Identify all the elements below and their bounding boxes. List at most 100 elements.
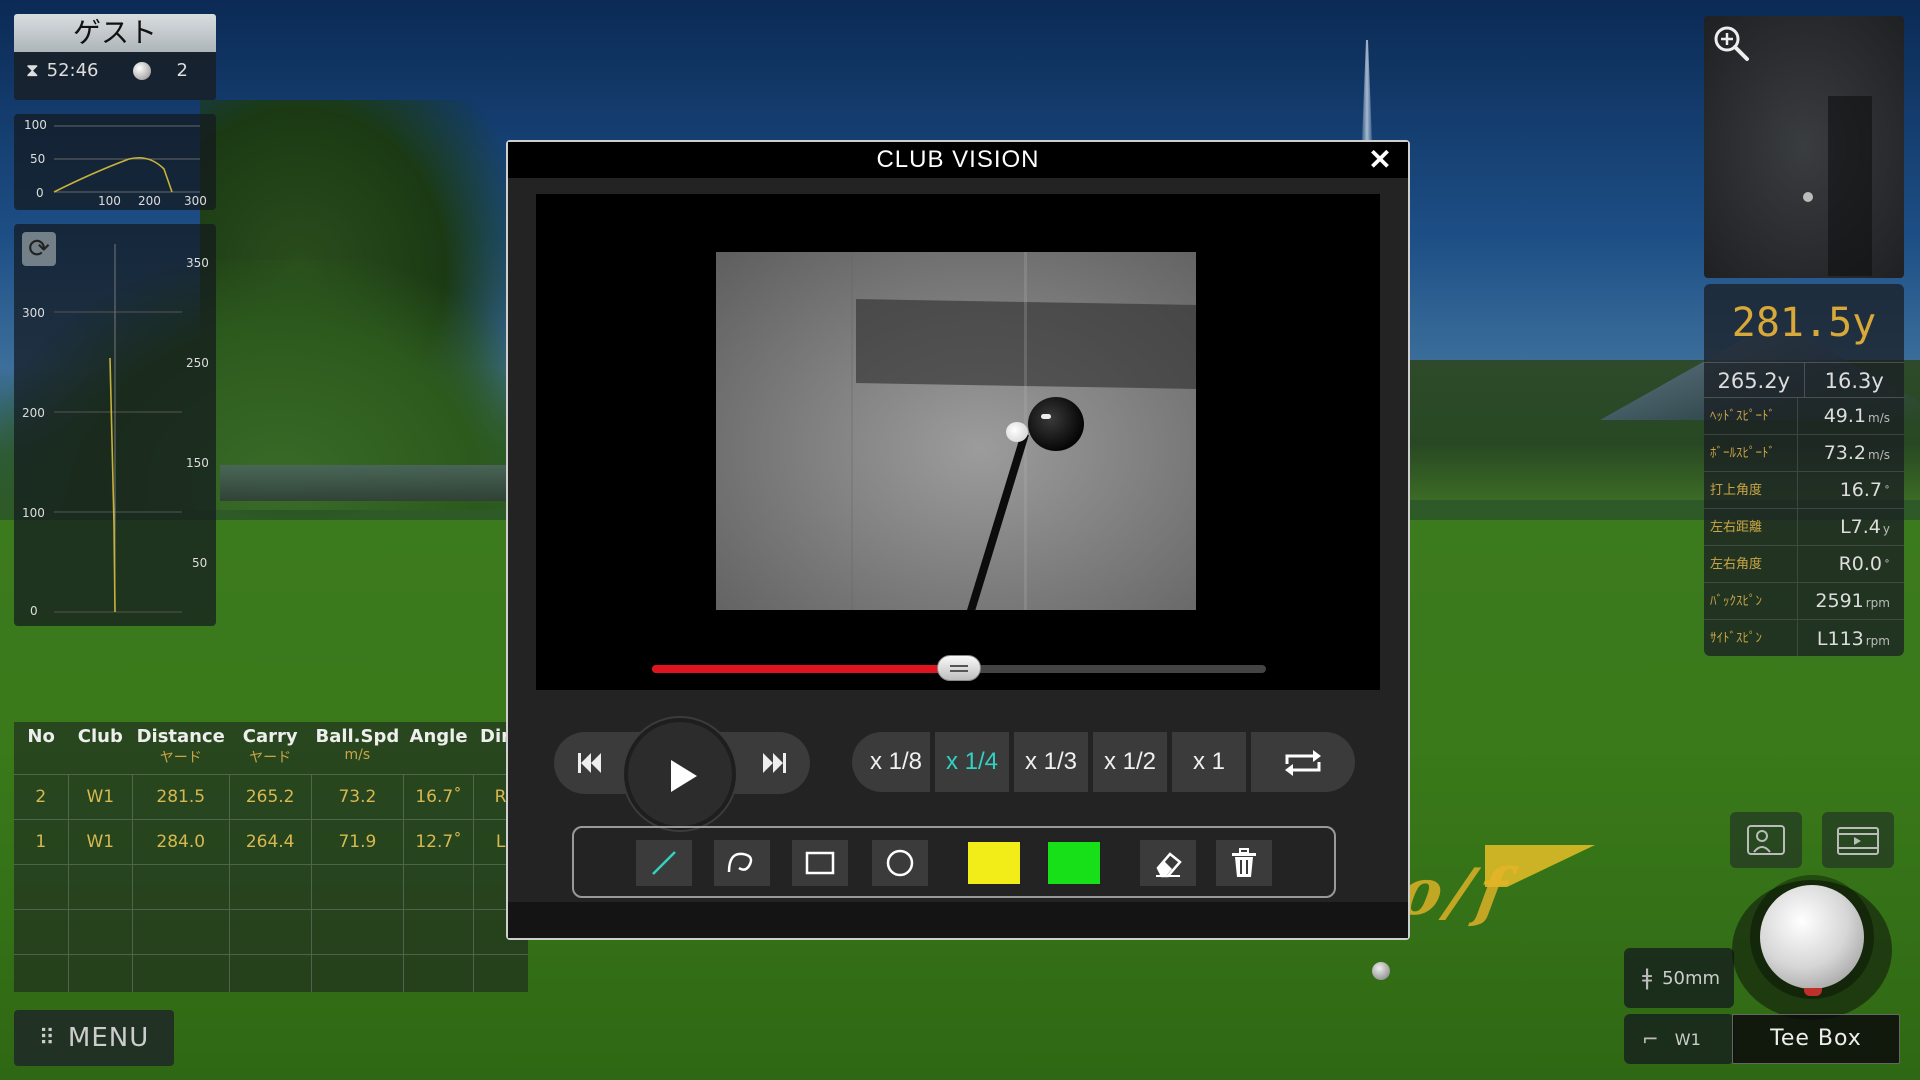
shot-history-table: No Club Distance ヤード Carry ヤード Ball.Spd m/s…	[14, 722, 528, 992]
col-header: Club	[77, 726, 123, 747]
table-header-row: No Club Distance ヤード Carry ヤード Ball.Spd m/s…	[14, 722, 528, 774]
table-row[interactable]: 2 W1 281.5 265.2 73.2 16.7˚ R0.0	[14, 773, 528, 819]
tee-location-label[interactable]: Tee Box	[1732, 1014, 1900, 1064]
camera-user-button[interactable]	[1730, 812, 1802, 868]
speed-1-3-button[interactable]: x 1/3	[1014, 732, 1088, 792]
cell-ball-speed: 71.9	[310, 818, 404, 864]
play-icon	[671, 760, 697, 792]
cell-no: 1	[14, 818, 69, 864]
cell-no: 2	[14, 773, 69, 819]
skip-forward-icon[interactable]	[742, 732, 804, 794]
cell-angle: 12.7˚	[402, 818, 474, 864]
carry-height-row: 265.2y 16.3y	[1704, 362, 1904, 398]
rectangle-tool-button[interactable]	[792, 840, 848, 886]
freehand-tool-button[interactable]	[714, 840, 770, 886]
dir-right-label: 150	[186, 456, 209, 470]
speed-1-2-button[interactable]: x 1/2	[1093, 732, 1167, 792]
loop-button[interactable]	[1251, 732, 1355, 792]
trash-icon	[1232, 848, 1256, 877]
circle-tool-button[interactable]	[872, 840, 928, 886]
cell-distance: 284.0	[131, 818, 230, 864]
line-tool-button[interactable]	[636, 840, 692, 886]
stat-row: ﾊﾞｯｸｽﾋﾟﾝ 2591 rpm	[1704, 583, 1904, 620]
close-icon[interactable]: ✕	[1366, 146, 1394, 174]
play-button[interactable]	[624, 718, 736, 830]
stat-row: 左右距離 L7.4 y	[1704, 509, 1904, 546]
eraser-icon	[1156, 852, 1182, 878]
progress-knob[interactable]	[937, 655, 981, 681]
drawing-toolbar	[572, 826, 1336, 898]
frame-ball	[1006, 422, 1028, 442]
traj-y-label: 50	[30, 152, 46, 166]
freehand-tool-icon	[727, 852, 753, 873]
traj-y-label: 100	[24, 118, 47, 132]
dir-left-label: 300	[22, 306, 45, 320]
golf-ball-icon	[1760, 885, 1864, 989]
zoom-in-icon[interactable]	[1710, 22, 1752, 64]
stat-value: R0.0 ˚	[1838, 553, 1890, 575]
club-vision-dialog: CLUB VISION ✕ x 1/8 x 1/4 x 1/3 x 1/2 x …	[506, 140, 1410, 940]
col-header: No	[27, 726, 55, 747]
hourglass-icon: ⧗	[26, 60, 39, 81]
table-row[interactable]: 1 W1 284.0 264.4 71.9 12.7˚ L3.4	[14, 818, 528, 864]
video-button[interactable]	[1822, 812, 1894, 868]
frame-line	[851, 252, 853, 610]
cell-club: W1	[67, 773, 133, 819]
col-header: Carry ヤード	[242, 726, 298, 766]
total-distance: 281.5y	[1731, 300, 1877, 346]
traj-x-label: 200	[138, 194, 161, 208]
session-time: 52:46	[46, 60, 99, 81]
cell-club: W1	[67, 818, 133, 864]
user-name: ゲスト	[14, 14, 216, 52]
stat-row: ﾍｯﾄﾞｽﾋﾟｰﾄﾞ 49.1 m/s	[1704, 398, 1904, 435]
ball-count-icon	[132, 61, 151, 80]
stat-row: 左右角度 R0.0 ˚	[1704, 546, 1904, 583]
tee-ball-marker	[1372, 962, 1390, 980]
yellow-color-swatch[interactable]	[966, 840, 1022, 886]
tee-height-panel[interactable]: ǂ 50mm	[1624, 948, 1734, 1008]
eraser-button[interactable]	[1140, 840, 1196, 886]
camera-user-icon	[1747, 825, 1785, 855]
clear-drawing-button[interactable]	[1216, 840, 1272, 886]
green-color-swatch[interactable]	[1046, 840, 1102, 886]
speed-1-4-button[interactable]: x 1/4	[935, 732, 1009, 792]
circle-tool-icon	[886, 849, 914, 877]
traj-x-label: 300	[184, 194, 207, 208]
stat-row: ｻｲﾄﾞｽﾋﾟﾝ L113 rpm	[1704, 620, 1904, 657]
club-name: W1	[1674, 1029, 1701, 1049]
speed-selector: x 1/8 x 1/4 x 1/3 x 1/2 x 1	[852, 732, 1355, 792]
stat-value: 2591 rpm	[1815, 590, 1890, 612]
col-header: Distance ヤード	[136, 726, 225, 766]
video-progress-bar[interactable]	[652, 655, 1266, 681]
cell-carry: 264.4	[228, 818, 312, 864]
menu-button[interactable]: ⠿ MENU	[14, 1010, 174, 1066]
cell-distance: 281.5	[131, 773, 230, 819]
speed-1-8-button[interactable]: x 1/8	[852, 732, 930, 792]
stat-value: L113 rpm	[1816, 627, 1890, 650]
minimap-ball	[1803, 192, 1813, 202]
tower	[1362, 40, 1372, 140]
trajectory-height-chart: 100 50 0 100 200 300	[14, 114, 216, 210]
direction-svg	[54, 244, 182, 613]
dir-right-label: 350	[186, 256, 209, 270]
stat-label: ﾎﾞｰﾙｽﾋﾟｰﾄﾞ	[1704, 435, 1798, 471]
direction-curve	[109, 357, 116, 613]
stat-label: ﾍｯﾄﾞｽﾋﾟｰﾄﾞ	[1704, 398, 1798, 434]
video-frame	[716, 252, 1196, 610]
club-panel[interactable]: ⌐ W1	[1624, 1014, 1734, 1064]
speed-1x-button[interactable]: x 1	[1172, 732, 1246, 792]
stat-label: 左右距離	[1704, 509, 1798, 545]
minimap-fairway	[1828, 96, 1872, 276]
stat-value: 16.7 ˚	[1839, 479, 1890, 501]
traj-y-label: 0	[36, 186, 44, 200]
direction-chart: ⟳ 300 200 100 0 350 250 150 50	[14, 224, 216, 626]
skip-back-icon[interactable]	[560, 732, 622, 794]
cell-carry: 265.2	[228, 773, 312, 819]
menu-label: MENU	[67, 1023, 150, 1053]
table-row-empty	[14, 863, 528, 909]
minimap[interactable]	[1704, 16, 1904, 278]
tee-height: 50mm	[1662, 967, 1721, 989]
user-card: ゲスト ⧗ 52:46 2	[14, 14, 216, 100]
stat-value: L7.4 y	[1840, 516, 1890, 538]
club-icon: ⌐	[1642, 1027, 1659, 1051]
